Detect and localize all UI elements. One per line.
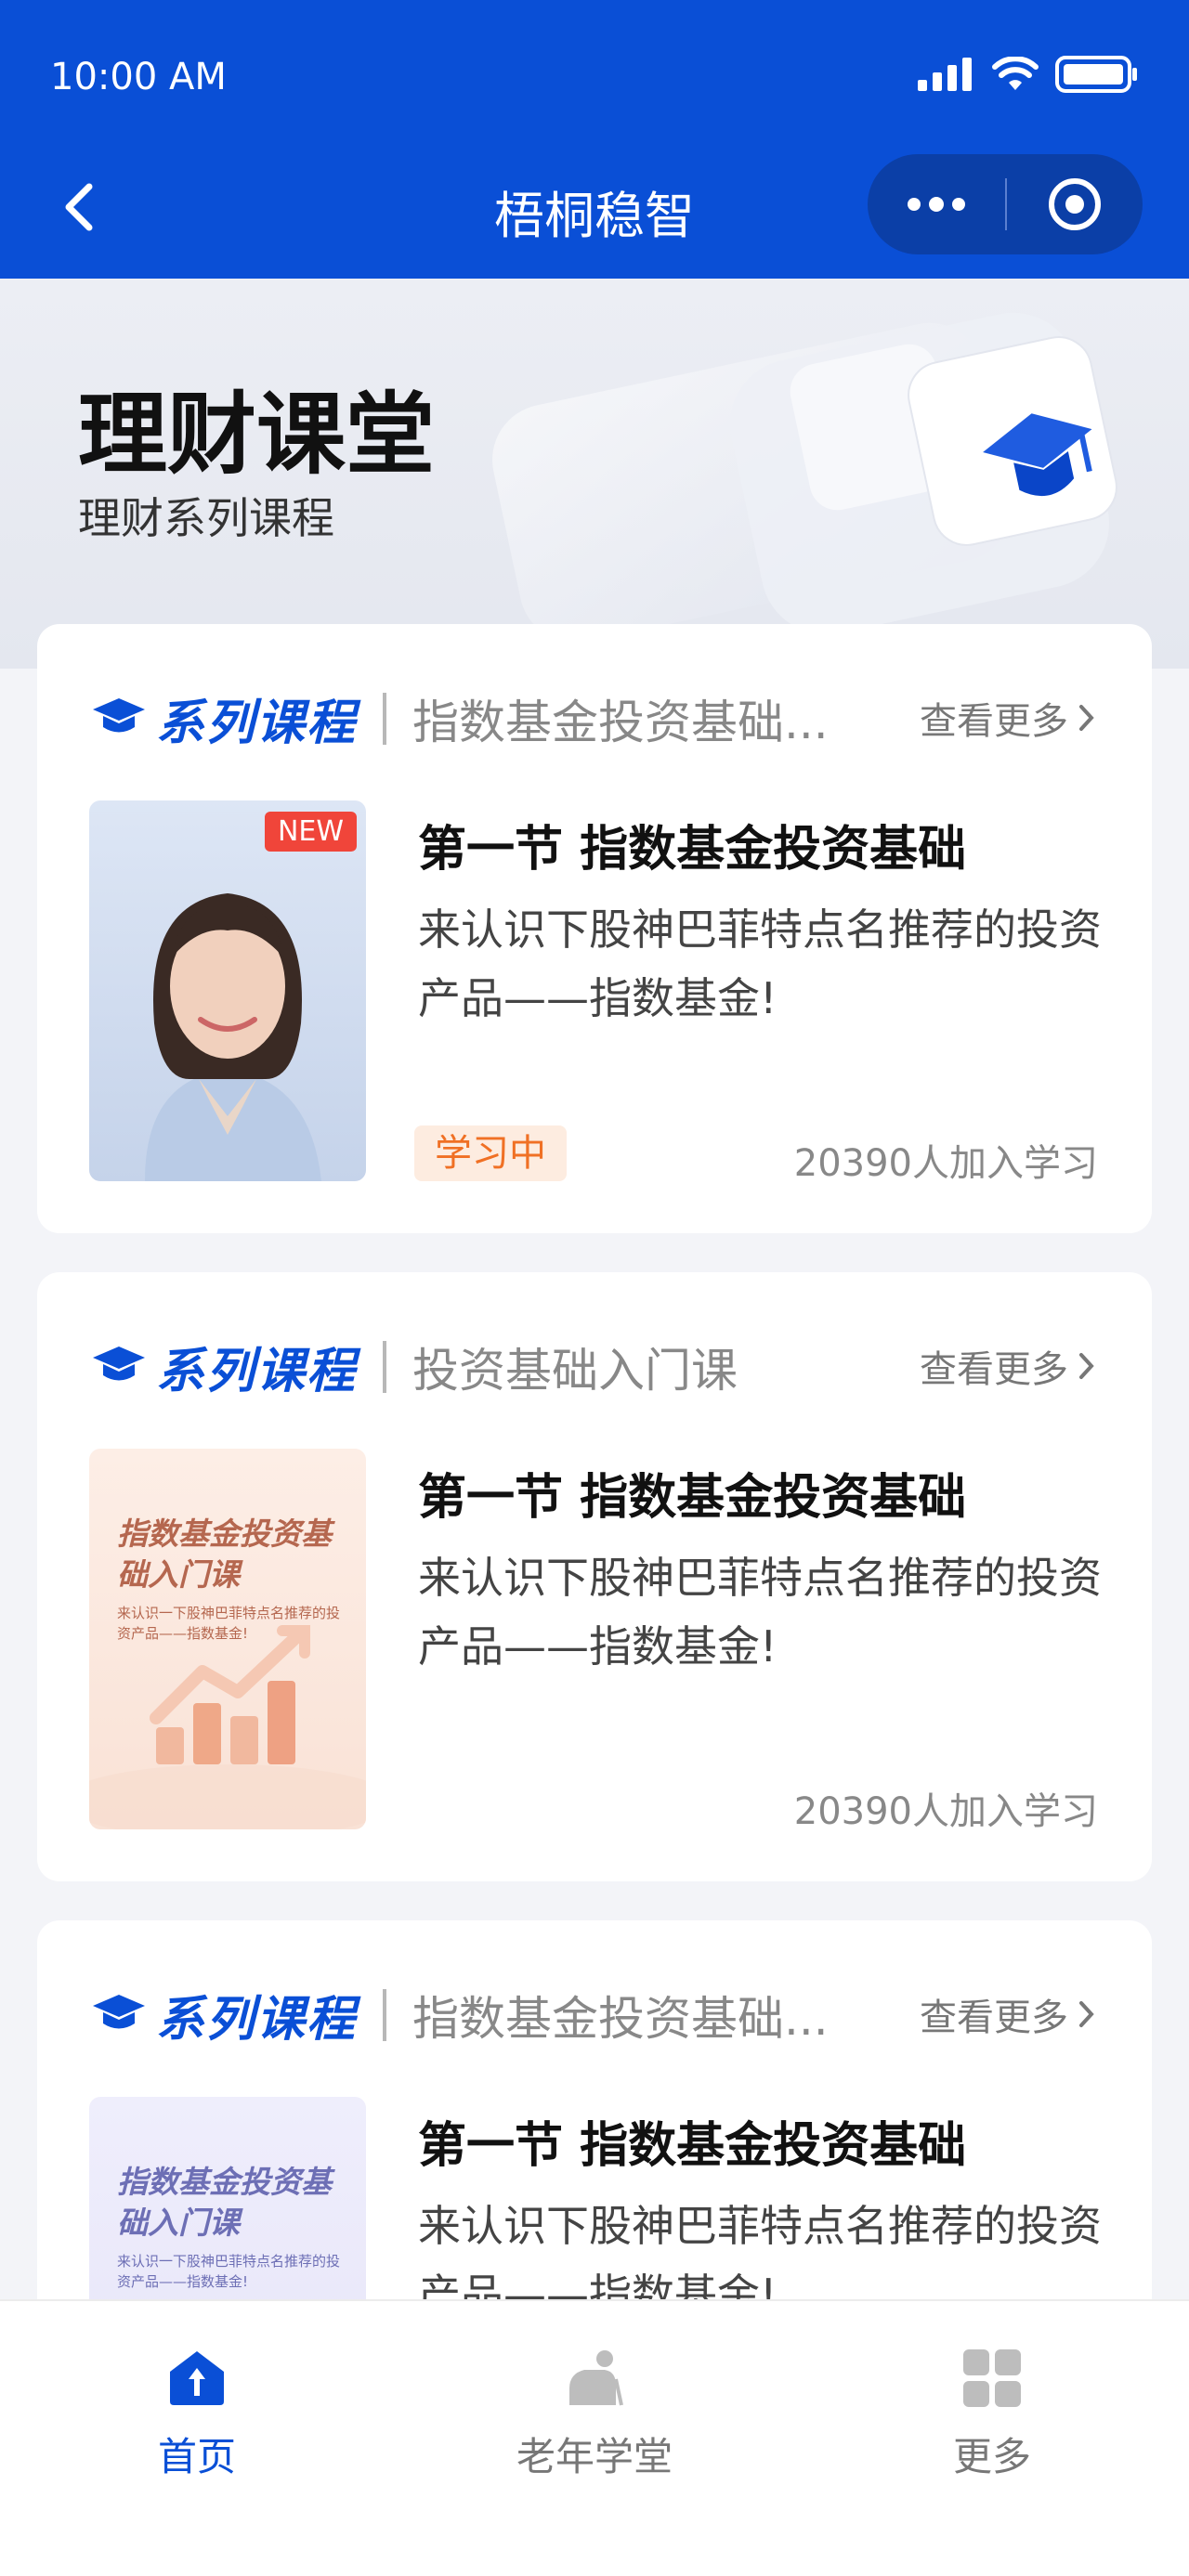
mini-program-capsule (868, 154, 1143, 254)
banner-title: 理财课堂 (78, 383, 435, 487)
close-mini-program-button[interactable] (1007, 154, 1143, 254)
course-name: 投资基础入门课 (412, 1344, 738, 1398)
new-badge: NEW (264, 812, 357, 852)
growth-chart-icon (89, 1625, 366, 1829)
course-thumbnail[interactable]: 指数基金投资基础入门课 来认识一下股神巴菲特点名推荐的投资产品——指数基金! (89, 1449, 366, 1829)
more-options-button[interactable] (868, 154, 1005, 254)
course-card[interactable]: 系列课程 投资基础入门课 查看更多 指数基金投资基础入门课 来认识一下股神巴菲特… (37, 1272, 1152, 1881)
status-badge: 学习中 (414, 1125, 567, 1181)
tab-label: 老年学堂 (516, 2434, 673, 2479)
more-dots-icon (908, 197, 965, 212)
elder-icon (569, 2350, 623, 2406)
learner-count: 20390人加入学习 (793, 1790, 1098, 1833)
chevron-right-icon (1079, 2001, 1094, 2027)
lesson-title: 第一节 指数基金投资基础 (418, 1470, 967, 1526)
tab-elder-school[interactable]: 老年学堂 (455, 2348, 734, 2482)
graduation-cap-icon (93, 1347, 145, 1381)
instructor-portrait (145, 893, 321, 1181)
course-card[interactable]: 系列课程 指数基金投资基础... 查看更多 NEW 第一节 指数基金投资基础 来… (37, 624, 1152, 1233)
course-name: 指数基金投资基础... (412, 696, 829, 749)
view-more-label: 查看更多 (920, 1348, 1068, 1391)
view-more-link[interactable]: 查看更多 (920, 691, 1096, 745)
bottom-tab-bar: 首页 老年学堂 更多 (0, 2299, 1189, 2576)
series-label: 系列课程 (156, 696, 358, 751)
view-more-label: 查看更多 (920, 700, 1068, 743)
divider (383, 693, 386, 745)
status-bar: 10:00 AM (0, 0, 1189, 158)
graduation-cap-illustration (492, 312, 1117, 644)
chevron-right-icon (1079, 705, 1094, 731)
tab-label: 更多 (952, 2434, 1031, 2479)
view-more-link[interactable]: 查看更多 (920, 1339, 1096, 1393)
signal-icon (918, 58, 972, 91)
status-time: 10:00 AM (50, 56, 227, 98)
card-header: 系列课程 指数基金投资基础... 查看更多 (37, 1920, 1152, 2097)
lesson-title: 第一节 指数基金投资基础 (418, 2118, 967, 2174)
view-more-label: 查看更多 (920, 1997, 1068, 2039)
graduation-cap-icon (93, 1995, 145, 2029)
header-banner: 理财课堂 理财系列课程 (0, 279, 1189, 669)
top-bar: 10:00 AM 梧桐稳智 (0, 0, 1189, 279)
tab-label: 首页 (157, 2434, 236, 2479)
grid-icon (963, 2349, 1021, 2407)
tab-more[interactable]: 更多 (853, 2348, 1131, 2482)
course-thumbnail[interactable]: NEW (89, 800, 366, 1181)
wifi-icon (992, 57, 1039, 90)
lesson-description: 来认识下股神巴菲特点名推荐的投资产品——指数基金! (418, 1553, 1102, 1672)
chevron-right-icon (1079, 1353, 1094, 1379)
series-label: 系列课程 (156, 1344, 358, 1399)
home-icon (170, 2351, 224, 2405)
learner-count: 20390人加入学习 (793, 1142, 1098, 1185)
view-more-link[interactable]: 查看更多 (920, 1987, 1096, 2041)
thumbnail-title: 指数基金投资基础入门课 (117, 2164, 332, 2241)
card-header: 系列课程 指数基金投资基础... 查看更多 (37, 624, 1152, 800)
lesson-title: 第一节 指数基金投资基础 (418, 822, 967, 878)
series-label: 系列课程 (156, 1992, 358, 2048)
thumbnail-description: 来认识一下股神巴菲特点名推荐的投资产品——指数基金! (117, 2253, 341, 2290)
course-name: 指数基金投资基础... (412, 1992, 829, 2046)
target-icon (1049, 178, 1101, 230)
banner-subtitle: 理财系列课程 (78, 493, 334, 543)
divider (383, 1989, 386, 2041)
nav-bar: 梧桐稳智 (0, 149, 1189, 279)
card-header: 系列课程 投资基础入门课 查看更多 (37, 1272, 1152, 1449)
lesson-description: 来认识下股神巴菲特点名推荐的投资产品——指数基金! (418, 904, 1102, 1023)
tab-home[interactable]: 首页 (58, 2348, 336, 2482)
status-icons (918, 56, 1139, 93)
graduation-cap-icon (93, 698, 145, 733)
battery-icon (1055, 56, 1137, 93)
divider (383, 1341, 386, 1393)
